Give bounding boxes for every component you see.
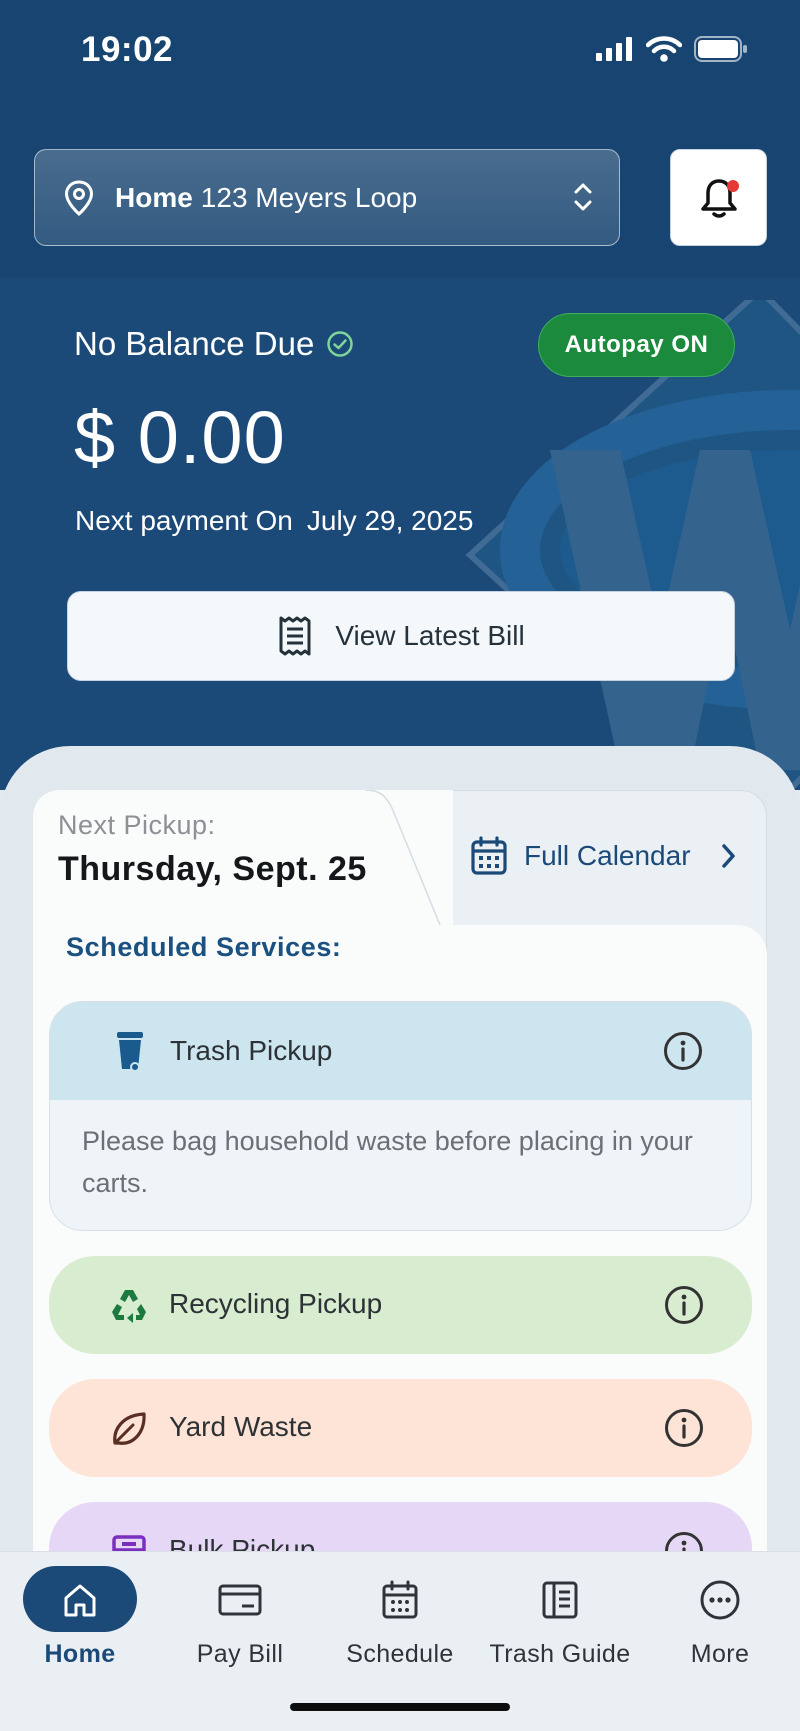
next-payment: Next payment On July 29, 2025	[75, 505, 473, 537]
service-trash-card[interactable]: Trash Pickup Please bag household waste …	[49, 1001, 752, 1231]
wifi-icon	[646, 36, 682, 62]
nav-label: Schedule	[346, 1640, 454, 1668]
recycle-icon	[112, 1290, 146, 1323]
location-address: 123 Meyers Loop	[200, 181, 418, 213]
home-indicator	[290, 1703, 510, 1711]
next-payment-date: July 29, 2025	[306, 505, 474, 536]
status-icons	[596, 36, 748, 62]
balance-amount: $ 0.00	[74, 396, 286, 479]
nav-guide-icon-wrap	[480, 1572, 640, 1628]
credit-card-icon	[218, 1584, 262, 1616]
battery-icon	[694, 36, 747, 62]
address-text: Home 123 Meyers Loop	[115, 182, 417, 214]
service-note: Please bag household waste before placin…	[82, 1126, 693, 1198]
service-label: Trash Pickup	[170, 1035, 333, 1066]
guide-icon	[542, 1581, 578, 1619]
status-time: 19:02	[81, 30, 174, 69]
next-pickup-date: Thursday, Sept. 25	[58, 850, 367, 888]
notification-badge	[727, 180, 739, 192]
info-icon[interactable]	[664, 1408, 704, 1448]
nav-label: Pay Bill	[196, 1640, 284, 1668]
trash-cart-icon	[117, 1032, 143, 1072]
view-latest-bill-button[interactable]: View Latest Bill	[67, 591, 735, 681]
next-pickup-label: Next Pickup:	[58, 810, 216, 840]
service-trash-header	[50, 1002, 751, 1100]
home-icon	[64, 1584, 96, 1617]
notifications-button[interactable]	[670, 149, 767, 246]
balance-status: No Balance Due	[74, 325, 354, 363]
service-label: Recycling Pickup	[169, 1288, 383, 1319]
leaf-icon	[113, 1412, 146, 1445]
nav-label: More	[690, 1640, 750, 1668]
service-label: Yard Waste	[169, 1411, 313, 1442]
nav-home-icon-wrap	[0, 1572, 160, 1628]
scheduled-services-title: Scheduled Services:	[66, 932, 342, 962]
info-icon[interactable]	[664, 1285, 704, 1325]
nav-pay-icon-wrap	[160, 1572, 320, 1628]
location-name: Home	[115, 181, 193, 213]
chevron-up-down-icon	[574, 183, 592, 211]
nav-more-icon-wrap	[640, 1572, 800, 1628]
receipt-icon	[279, 616, 311, 656]
info-icon[interactable]	[663, 1031, 703, 1071]
location-pin-icon	[64, 179, 94, 216]
full-calendar-label: Full Calendar	[524, 840, 691, 871]
nav-schedule-icon-wrap	[320, 1572, 480, 1628]
balance-status-text: No Balance Due	[74, 325, 315, 362]
calendar-icon	[382, 1580, 418, 1619]
calendar-icon	[471, 836, 507, 875]
service-yard-waste[interactable]: Yard Waste	[49, 1379, 752, 1477]
chevron-right-icon	[721, 844, 735, 868]
address-selector[interactable]: Home 123 Meyers Loop	[34, 149, 620, 246]
next-payment-label: Next payment On	[75, 505, 293, 536]
check-circle-icon	[327, 331, 354, 357]
nav-label: Trash Guide	[489, 1640, 631, 1668]
service-recycling[interactable]: Recycling Pickup	[49, 1256, 752, 1354]
more-icon	[700, 1580, 740, 1620]
status-bar: 19:02	[0, 0, 800, 100]
full-calendar-link[interactable]: Full Calendar	[470, 836, 739, 876]
autopay-badge[interactable]: Autopay ON	[538, 313, 735, 377]
nav-label: Home	[44, 1640, 116, 1668]
signal-icon	[596, 37, 632, 61]
view-bill-label: View Latest Bill	[335, 620, 525, 651]
